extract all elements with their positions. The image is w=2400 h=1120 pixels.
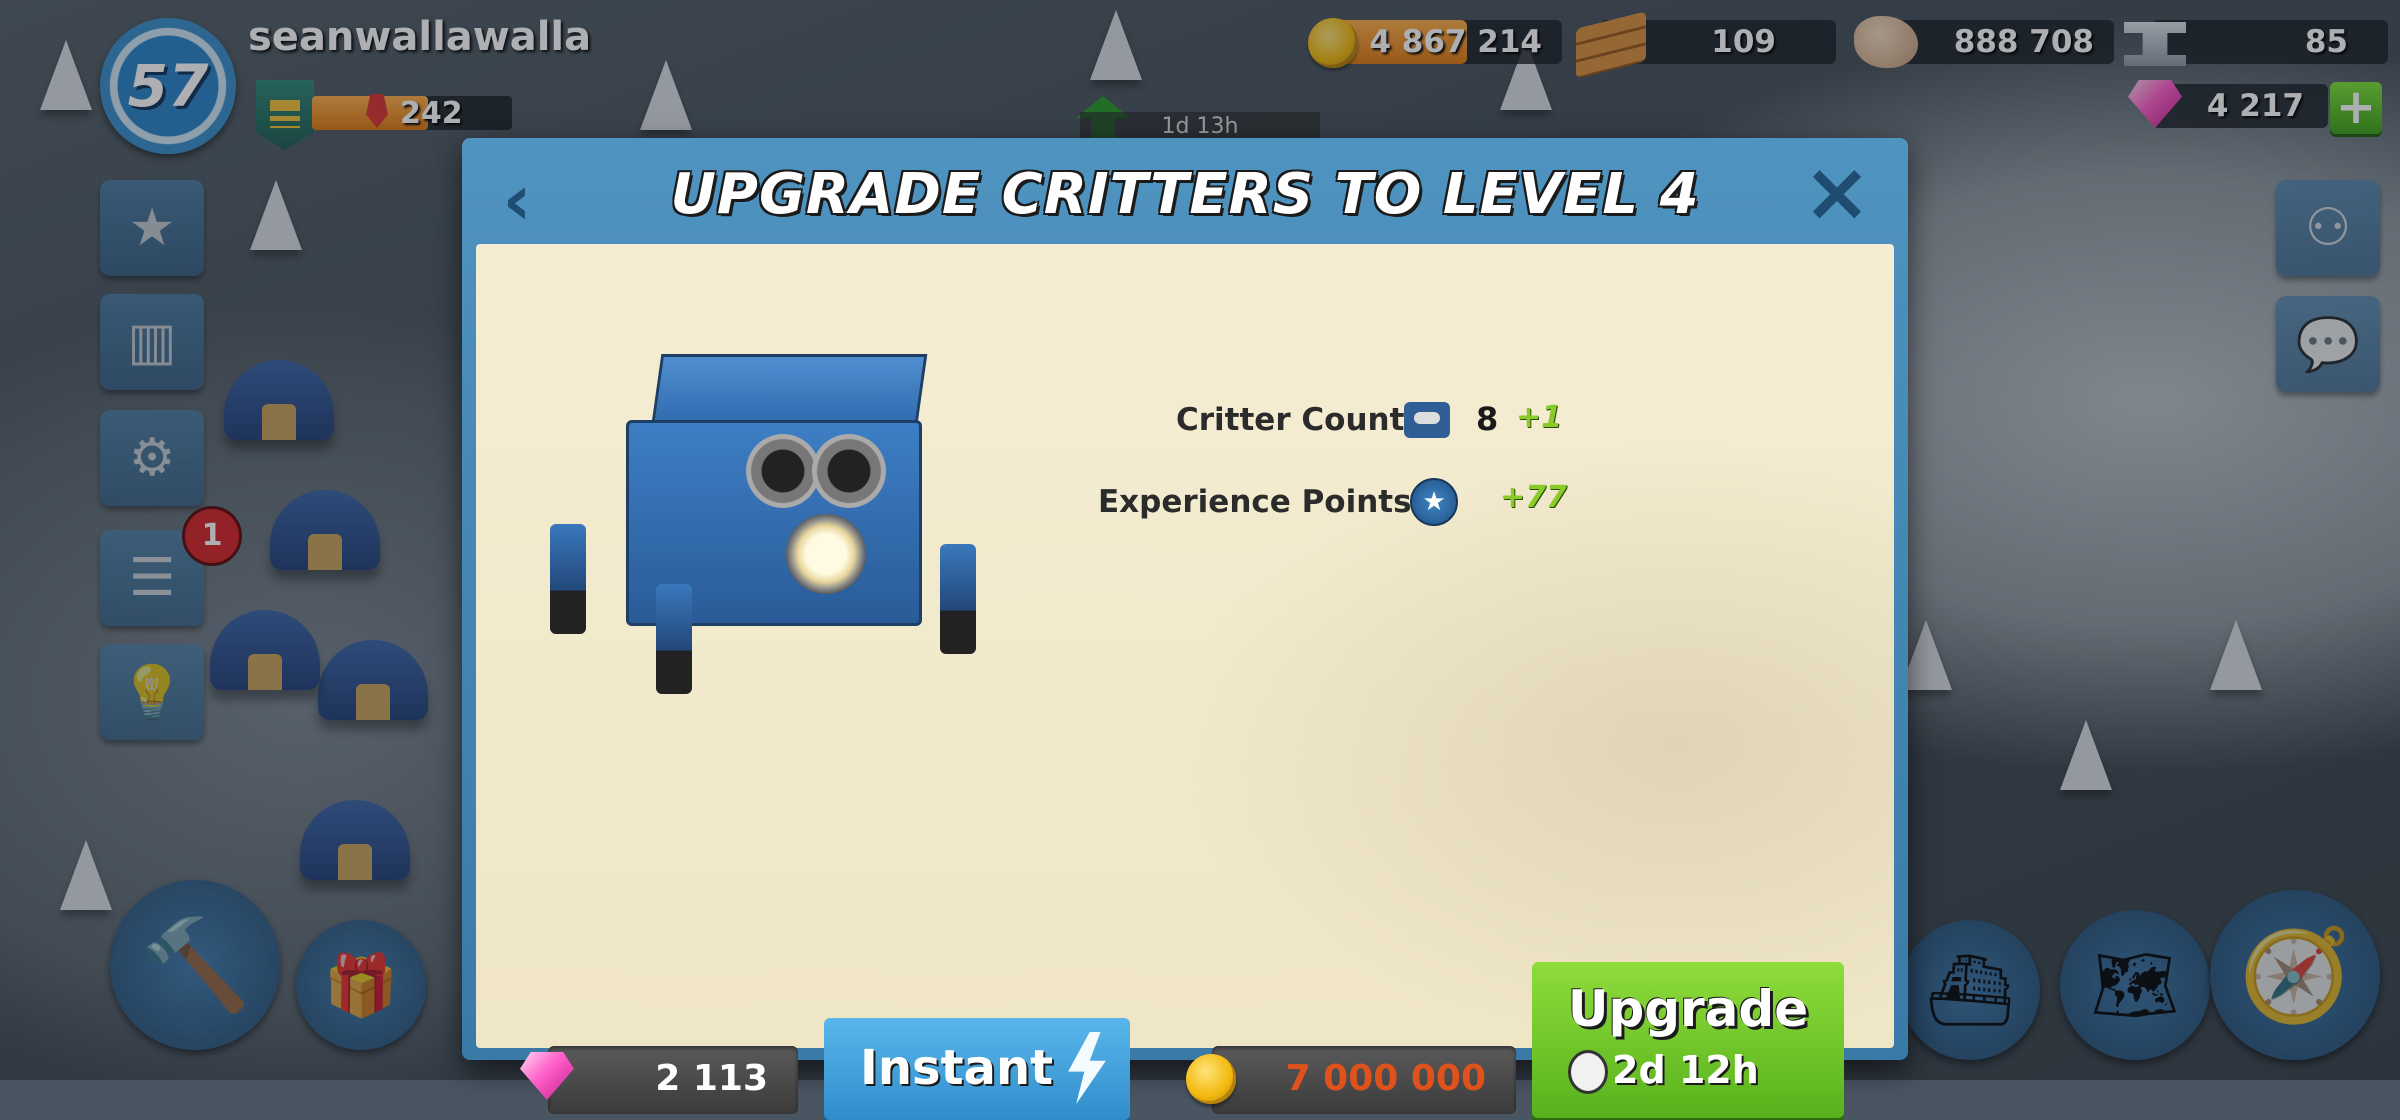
upgrade-dialog: ‹ UPGRADE CRITTERS TO LEVEL 4 × Critter … <box>462 138 1908 1120</box>
gold-cost-box: 7 000 000 <box>1212 1046 1516 1114</box>
instant-cost-box: 2 113 <box>548 1046 798 1114</box>
close-icon[interactable]: × <box>1802 152 1872 234</box>
critter-count-value: 8 <box>1476 400 1499 438</box>
critter-barrel <box>746 434 820 508</box>
critter-count-bonus: +1 <box>1516 400 1563 435</box>
instant-cost: 2 113 <box>655 1058 768 1099</box>
gold-coin-icon <box>1186 1054 1236 1104</box>
upgrade-label: Upgrade <box>1567 980 1809 1038</box>
upgrade-time: 2d 12h <box>1612 1048 1759 1092</box>
critter-top-plate <box>650 354 928 430</box>
instant-label: Instant <box>860 1040 1054 1096</box>
critter-image <box>546 354 996 714</box>
critter-leg <box>656 584 692 694</box>
instant-button[interactable]: Instant <box>824 1018 1130 1120</box>
critter-count-label: Critter Count <box>1176 402 1405 438</box>
stopwatch-icon <box>1568 1050 1608 1094</box>
xp-label: Experience Points <box>1098 484 1412 520</box>
critter-barrel <box>812 434 886 508</box>
xp-star-icon: ★ <box>1410 478 1458 526</box>
gold-cost: 7 000 000 <box>1285 1058 1486 1099</box>
dialog-title: UPGRADE CRITTERS TO LEVEL 4 <box>670 162 1700 227</box>
upgrade-button[interactable]: Upgrade 2d 12h <box>1532 962 1844 1118</box>
xp-bonus: +77 <box>1500 480 1567 515</box>
dialog-content: Critter Count 8 +1 Experience Points ★ +… <box>476 244 1894 1120</box>
critter-icon <box>1404 402 1450 438</box>
lightning-icon <box>1068 1032 1106 1104</box>
critter-leg <box>550 524 586 634</box>
critter-leg <box>940 544 976 654</box>
critter-light <box>786 514 866 594</box>
